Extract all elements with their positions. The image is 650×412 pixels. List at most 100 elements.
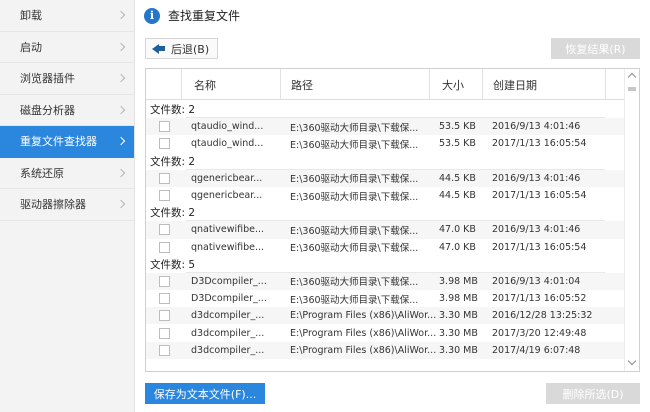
sidebar-item-drive-wiper[interactable]: 驱动器擦除器 (0, 189, 134, 221)
cell-date: 2016/9/13 4:01:46 (492, 121, 581, 133)
info-icon: i (144, 7, 160, 24)
row-checkbox[interactable] (159, 121, 170, 133)
group-row: 文件数: 2 (146, 153, 625, 170)
group-file-count: 文件数: 2 (150, 155, 196, 168)
page-title: 查找重复文件 (168, 9, 241, 23)
sidebar-item-label: 系统还原 (20, 166, 64, 180)
sidebar-item-uninstall[interactable]: 卸载 (0, 0, 134, 32)
group-files: qgenericbear... E:\360驱动大师目录\下载保... 44.5 K… (146, 169, 625, 204)
cell-date: 2017/1/13 16:05:54 (492, 138, 587, 150)
cell-size: 3.30 MB (439, 344, 478, 356)
restore-results-label: 恢复结果(R) (565, 42, 626, 56)
row-checkbox[interactable] (159, 241, 170, 253)
row-checkbox[interactable] (159, 138, 170, 150)
restore-results-button[interactable]: 恢复结果(R) (551, 38, 640, 59)
scroll-up-icon[interactable] (627, 72, 637, 82)
save-as-text-button[interactable]: 保存为文本文件(F)... (145, 383, 265, 404)
table-row[interactable]: qtaudio_wind... E:\360驱动大师目录\下载保... 53.5 K… (146, 118, 625, 136)
cell-path: E:\Program Files (x86)\AliWor... (290, 327, 437, 339)
sidebar-item-label: 启动 (20, 40, 42, 54)
row-checkbox[interactable] (159, 190, 170, 202)
chevron-right-icon (116, 74, 126, 83)
group-file-count: 文件数: 2 (150, 207, 196, 220)
back-arrow-icon (152, 43, 166, 55)
group-file-count: 文件数: 2 (150, 104, 196, 117)
cell-path: E:\360驱动大师目录\下载保... (290, 191, 419, 203)
chevron-right-icon (116, 200, 126, 209)
column-header-name[interactable]: 名称 (182, 69, 281, 100)
cell-name: qgenericbear... (191, 172, 263, 184)
chevron-right-icon (116, 11, 126, 20)
cell-name: D3Dcompiler_... (191, 275, 267, 287)
column-header-size[interactable]: 大小 (430, 69, 483, 100)
cell-size: 3.30 MB (439, 310, 478, 322)
cell-name: d3dcompiler_... (191, 327, 265, 339)
group-row: 文件数: 2 (146, 101, 625, 119)
table-row[interactable]: D3Dcompiler_... E:\360驱动大师目录\下载保... 3.98 M… (146, 272, 625, 291)
cell-size: 3.98 MB (439, 275, 478, 287)
column-header-path[interactable]: 路径 (281, 69, 430, 100)
sidebar-item-duplicate-finder[interactable]: 重复文件查找器 (0, 126, 134, 158)
checkbox-column-header (146, 69, 182, 100)
row-checkbox[interactable] (159, 293, 170, 305)
cell-size: 53.5 KB (439, 138, 476, 150)
table-header: 名称 路径 大小 创建日期 (146, 69, 625, 100)
sidebar-item-label: 磁盘分析器 (20, 103, 75, 117)
row-checkbox[interactable] (159, 172, 170, 184)
table-row[interactable]: qnativewifibe... E:\360驱动大师目录\下载保... 47.0 … (146, 239, 625, 256)
cell-size: 44.5 KB (439, 172, 476, 184)
table-row[interactable]: D3Dcompiler_... E:\360驱动大师目录\下载保... 3.98 M… (146, 290, 625, 307)
sidebar: 卸载 启动 浏览器插件 磁盘分析器 重复文件查找器 系统还原 驱动器擦除器 (0, 0, 135, 412)
delete-selected-label: 删除所选(D) (562, 387, 624, 401)
cell-date: 2017/4/19 6:07:48 (492, 344, 581, 356)
sidebar-item-label: 重复文件查找器 (20, 135, 97, 149)
row-checkbox[interactable] (159, 275, 170, 287)
sidebar-item-system-restore[interactable]: 系统还原 (0, 158, 134, 189)
table-body: 文件数: 2 qtaudio_wind... E:\360驱动大师目录\下载保...… (146, 101, 625, 371)
cell-date: 2016/9/13 4:01:46 (492, 224, 581, 236)
cell-path: E:\360驱动大师目录\下载保... (290, 294, 419, 306)
group-row: 文件数: 2 (146, 204, 625, 222)
table-row[interactable]: d3dcompiler_... E:\Program Files (x86)\Al… (146, 324, 625, 341)
cell-size: 47.0 KB (439, 224, 476, 236)
cell-date: 2017/3/20 12:49:48 (492, 327, 587, 339)
table-row[interactable]: qtaudio_wind... E:\360驱动大师目录\下载保... 53.5 K… (146, 135, 625, 152)
cell-path: E:\Program Files (x86)\AliWor... (290, 344, 437, 356)
cell-size: 53.5 KB (439, 121, 476, 133)
row-checkbox[interactable] (159, 224, 170, 236)
vertical-scrollbar[interactable] (624, 69, 639, 371)
row-checkbox[interactable] (159, 327, 170, 339)
scroll-down-icon[interactable] (627, 356, 637, 366)
cell-path: E:\360驱动大师目录\下载保... (290, 122, 419, 134)
delete-selected-button[interactable]: 删除所选(D) (546, 383, 640, 404)
scroll-thumb[interactable] (628, 87, 636, 91)
sidebar-item-label: 驱动器擦除器 (20, 198, 86, 212)
sidebar-item-browser-plugins[interactable]: 浏览器插件 (0, 63, 134, 95)
cell-date: 2016/9/13 4:01:04 (492, 275, 581, 287)
table-row[interactable]: qnativewifibe... E:\360驱动大师目录\下载保... 47.0 … (146, 221, 625, 239)
cell-date: 2017/1/13 16:05:52 (492, 293, 587, 305)
row-checkbox[interactable] (159, 310, 170, 322)
cell-path: E:\360驱动大师目录\下载保... (290, 174, 419, 186)
table-row[interactable]: qgenericbear... E:\360驱动大师目录\下载保... 44.5 K… (146, 169, 625, 187)
column-header-date[interactable]: 创建日期 (483, 69, 606, 100)
table-row[interactable]: qgenericbear... E:\360驱动大师目录\下载保... 44.5 K… (146, 187, 625, 204)
table-row[interactable]: d3dcompiler_... E:\Program Files (x86)\Al… (146, 307, 625, 325)
row-checkbox[interactable] (159, 344, 170, 356)
sidebar-item-disk-analyzer[interactable]: 磁盘分析器 (0, 95, 134, 126)
table-row[interactable]: d3dcompiler_... E:\Program Files (x86)\Al… (146, 341, 625, 359)
cell-name: qnativewifibe... (191, 224, 265, 236)
sidebar-item-startup[interactable]: 启动 (0, 32, 134, 63)
chevron-right-icon (116, 168, 126, 177)
cell-path: E:\360驱动大师目录\下载保... (290, 277, 419, 289)
back-button[interactable]: 后退(B) (145, 38, 219, 59)
cell-path: E:\360驱动大师目录\下载保... (290, 139, 419, 151)
cell-size: 3.30 MB (439, 327, 478, 339)
cell-name: qgenericbear... (191, 190, 263, 202)
group-row: 文件数: 5 (146, 256, 625, 274)
cell-name: qtaudio_wind... (191, 138, 264, 150)
group-file-count: 文件数: 5 (150, 258, 196, 271)
cell-date: 2016/9/13 4:01:46 (492, 172, 581, 184)
back-button-label: 后退(B) (171, 42, 210, 56)
cell-name: qnativewifibe... (191, 241, 265, 253)
